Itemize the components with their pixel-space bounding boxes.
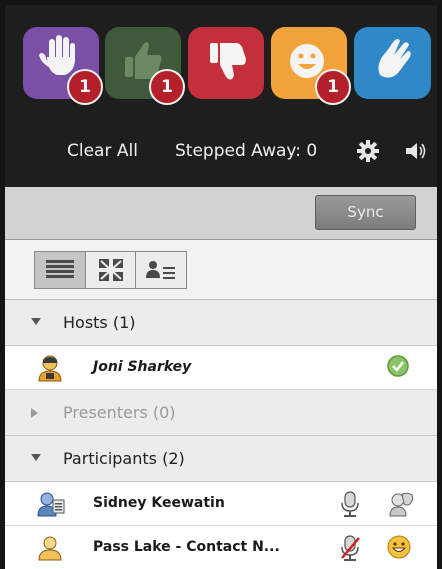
agree-count-badge: 1 [149,69,185,105]
sync-bar: Sync [5,187,437,240]
status-panel: 1 1 1 Clear All Stepped Away: 0 [5,5,437,187]
raise-hand-button[interactable]: 1 [23,27,103,105]
host-row[interactable]: Joni Sharkey [5,346,437,390]
clear-all-link[interactable]: Clear All [67,141,138,161]
thumbs-down-icon [210,43,246,80]
view-toolbar [5,240,437,300]
speaker-icon[interactable] [403,139,429,163]
collapse-arrow-icon [31,318,41,325]
list-view-icon [46,260,74,278]
laughter-icon [387,535,411,559]
participant-row[interactable]: Pass Lake - Contact N... [5,526,437,569]
hosts-section-title: Hosts (1) [63,313,136,332]
status-controls: Clear All Stepped Away: 0 [5,131,437,171]
expand-arrow-icon [31,408,38,418]
presenters-section-header[interactable]: Presenters (0) [5,390,437,436]
participant-name: Sidney Keewatin [93,495,225,511]
laughter-count-badge: 1 [315,69,351,105]
participants-section-header[interactable]: Participants (2) [5,436,437,482]
raise-hand-count-badge: 1 [67,69,103,105]
participant-icon [38,536,62,561]
laughter-button[interactable]: 1 [271,27,351,105]
sync-button[interactable]: Sync [315,195,416,230]
attendee-details-button[interactable] [135,252,185,288]
agree-check-icon [387,355,409,377]
stepped-away-count: Stepped Away: 0 [175,141,318,161]
gear-icon[interactable] [356,139,380,163]
microphone-muted-icon [341,535,360,561]
attendee-details-icon [146,261,175,279]
participant-with-rights-icon [37,492,65,517]
participant-row[interactable]: Sidney Keewatin [5,482,437,526]
applause-icon [378,39,411,78]
applause-button[interactable] [354,27,431,99]
disagree-button[interactable] [188,27,264,99]
microphone-icon [341,491,359,517]
grid-view-button[interactable] [85,252,135,288]
host-icon [38,355,62,382]
attendees-pod: 1 1 1 Clear All Stepped Away: 0 Sync Hos… [0,0,442,569]
collapse-arrow-icon [31,454,41,461]
participant-name: Pass Lake - Contact N... [93,539,280,555]
participant-rights-icon [389,492,414,517]
host-name: Joni Sharkey [93,359,192,375]
list-view-button[interactable] [35,252,85,288]
hosts-section-header[interactable]: Hosts (1) [5,300,437,346]
agree-button[interactable]: 1 [105,27,185,105]
participants-section-title: Participants (2) [63,449,185,468]
grid-view-icon [99,259,123,281]
view-mode-group [34,251,187,289]
presenters-section-title: Presenters (0) [63,403,176,422]
